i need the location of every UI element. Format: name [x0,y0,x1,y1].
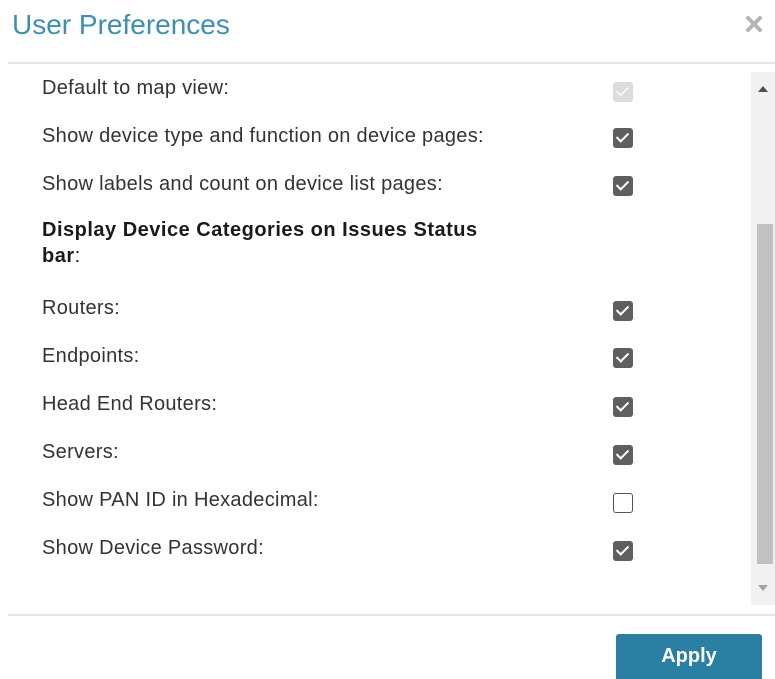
scroll-up-arrow-icon[interactable] [751,72,775,106]
pref-label-default-map-view: Default to map view: [42,77,230,99]
vertical-scrollbar[interactable] [751,72,775,605]
close-icon[interactable] [743,10,765,38]
category-label-show-device-password: Show Device Password: [42,537,264,559]
checkbox-pan-id-hex[interactable] [613,493,633,513]
section-heading: Display Device Categories on Issues Stat… [42,217,602,269]
category-label-endpoints: Endpoints: [42,345,140,367]
checkbox-routers[interactable] [613,301,633,321]
footer-divider [8,614,775,616]
checkbox-show-device-password[interactable] [613,541,633,561]
checkbox-default-map-view [613,82,633,102]
checkbox-show-labels-count[interactable] [613,176,633,196]
user-preferences-dialog: User Preferences Default to map view: Sh… [0,0,775,679]
scroll-down-arrow-icon[interactable] [751,571,775,605]
pref-label-show-labels-count: Show labels and count on device list pag… [42,173,443,195]
category-label-head-end-routers: Head End Routers: [42,393,218,415]
scrollbar-thumb[interactable] [757,224,773,564]
section-heading-line1: Display Device Categories on Issues Stat… [42,219,478,241]
checkbox-endpoints[interactable] [613,348,633,368]
preferences-body: Default to map view: Show device type an… [28,64,775,606]
triangle-up-icon [758,86,768,92]
checkbox-show-device-type[interactable] [613,128,633,148]
checkbox-servers[interactable] [613,445,633,465]
section-heading-colon: : [74,245,81,267]
close-x-icon [746,16,762,32]
pref-label-show-device-type: Show device type and function on device … [42,125,484,147]
dialog-title: User Preferences [12,9,230,40]
section-heading-line2: bar [42,245,75,267]
checkbox-head-end-routers[interactable] [613,397,633,417]
triangle-down-icon [758,585,768,591]
category-label-routers: Routers: [42,297,120,319]
category-label-pan-id-hex: Show PAN ID in Hexadecimal: [42,489,319,511]
apply-button[interactable]: Apply [616,634,762,679]
category-label-servers: Servers: [42,441,119,463]
